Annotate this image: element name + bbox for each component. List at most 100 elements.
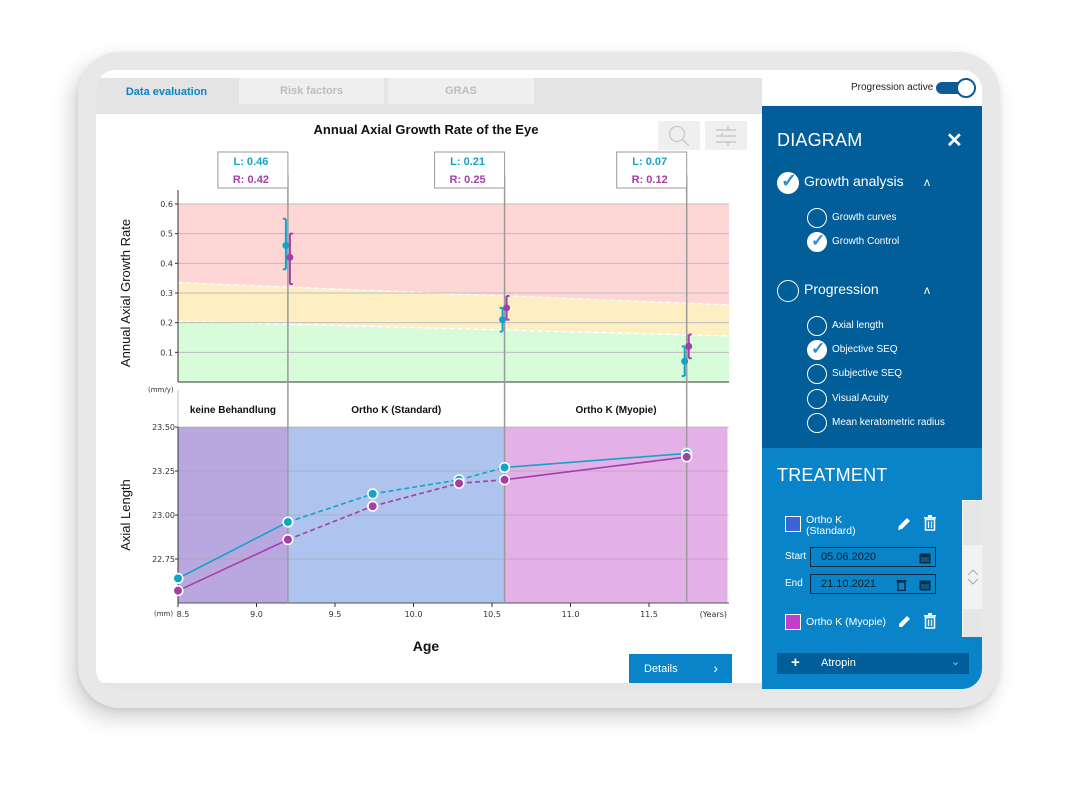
- app-screen: Data evaluation Risk factors GRAS Progre…: [96, 70, 982, 689]
- y-tick-label: 22.75: [152, 555, 175, 564]
- treatment-label: Ortho K (Myopie): [806, 616, 886, 628]
- progression-toggle[interactable]: [936, 78, 978, 98]
- treatment-label: Ortho K (Standard): [806, 515, 856, 537]
- treatment-color-swatch: [785, 614, 801, 630]
- chevron-down-icon: ⌄: [951, 656, 961, 668]
- y-tick-label: 0.2: [160, 319, 173, 328]
- subjective-seq-label: Subjective SEQ: [832, 368, 903, 379]
- x-tick-label: 10.5: [483, 610, 501, 619]
- calendar-icon[interactable]: [919, 579, 931, 591]
- y-axis-title: Axial Length: [118, 479, 133, 551]
- clear-date-trash-icon[interactable]: [896, 578, 907, 591]
- collapse-caret-icon[interactable]: ʌ: [924, 283, 930, 297]
- details-button[interactable]: Details ›: [629, 654, 732, 683]
- plus-icon: +: [791, 654, 800, 671]
- mean-keratometric-radius-checkbox[interactable]: [807, 413, 827, 433]
- y-tick-label: 0.3: [160, 289, 173, 298]
- y-tick-label: 0.4: [160, 259, 173, 268]
- growth-curves-label: Growth curves: [832, 212, 897, 223]
- y-axis-title: Annual Axial Growth Rate: [118, 219, 133, 367]
- y-unit-label: (mm/y): [148, 386, 174, 394]
- progression-toggle-label: Progression active: [851, 82, 934, 93]
- value-label-right: R: 0.25: [450, 174, 486, 186]
- objective-seq-checkbox[interactable]: [807, 339, 827, 360]
- growth-analysis-checkbox[interactable]: [777, 170, 799, 194]
- value-label-right: R: 0.12: [632, 174, 668, 186]
- scroll-updown-icon: [967, 569, 979, 585]
- data-point-R: [681, 451, 693, 463]
- treatment-name-line2: (Standard): [806, 525, 856, 537]
- y-tick-label: 0.5: [160, 230, 173, 239]
- y-unit-label: (mm): [154, 610, 173, 618]
- rate-point-R: [286, 253, 294, 261]
- divider: [96, 683, 762, 689]
- treatment-title: TREATMENT: [777, 465, 888, 485]
- end-date-label: End: [785, 578, 803, 589]
- x-tick-label: 10.0: [405, 610, 423, 619]
- diagram-panel: DIAGRAM ✕ Growth analysis ʌ Growth curve…: [762, 106, 982, 448]
- visual-acuity-label: Visual Acuity: [832, 393, 889, 404]
- value-label-left: L: 0.21: [450, 156, 485, 168]
- data-point-R: [367, 500, 379, 512]
- growth-analysis-label: Growth analysis: [804, 173, 904, 189]
- data-point-R: [498, 474, 511, 486]
- objective-seq-label: Objective SEQ: [832, 344, 898, 355]
- treatment-panel: TREATMENT Ortho K (Standard) Start 05.06…: [762, 448, 982, 689]
- x-unit-label: (Years): [700, 610, 727, 619]
- start-date-label: Start: [785, 551, 807, 562]
- x-tick-label: 11.0: [562, 610, 580, 619]
- x-tick-label: 9.0: [250, 610, 263, 619]
- y-tick-label: 0.1: [160, 348, 173, 357]
- delete-trash-icon[interactable]: [923, 515, 937, 531]
- value-label-left: L: 0.07: [632, 156, 667, 168]
- y-tick-label: 23.50: [152, 423, 175, 432]
- x-axis-title: Age: [413, 638, 440, 654]
- value-label-left: L: 0.46: [233, 156, 268, 168]
- x-tick-label: 8.5: [177, 610, 190, 619]
- progression-label: Progression: [804, 281, 879, 297]
- rate-point-L: [681, 357, 689, 365]
- progression-checkbox[interactable]: [777, 280, 799, 302]
- data-point-L: [498, 461, 511, 474]
- toggle-knob: [956, 78, 976, 98]
- edit-pencil-icon[interactable]: [896, 516, 912, 532]
- rate-point-L: [282, 242, 290, 250]
- details-label: Details: [644, 662, 678, 675]
- data-point-R: [172, 585, 184, 597]
- treatment-scrollbar[interactable]: [962, 500, 982, 637]
- y-tick-label: 23.25: [152, 467, 175, 476]
- rate-point-L: [499, 316, 507, 324]
- collapse-caret-icon[interactable]: ʌ: [924, 175, 930, 189]
- rate-point-R: [685, 342, 693, 350]
- end-date-value: 21.10.2021: [821, 578, 877, 590]
- add-treatment-label: Atropin: [821, 657, 856, 669]
- growth-charts: 0.1 0.2 0.3 0.4 0.5 0.6 (mm/y) Annual Axial Gro…: [118, 151, 730, 654]
- add-treatment-dropdown[interactable]: + Atropin ⌄: [777, 653, 969, 674]
- growth-control-checkbox[interactable]: [807, 231, 827, 252]
- axial-length-checkbox[interactable]: [807, 316, 827, 336]
- subjective-seq-checkbox[interactable]: [807, 364, 827, 384]
- delete-trash-icon[interactable]: [923, 613, 937, 629]
- growth-curves-checkbox[interactable]: [807, 208, 827, 228]
- calendar-icon[interactable]: [919, 552, 931, 564]
- axial-length-label: Axial length: [832, 320, 884, 331]
- phase-label: Ortho K (Standard): [351, 405, 441, 416]
- x-tick-label: 11.5: [640, 610, 658, 619]
- y-tick-label: 23.00: [152, 511, 175, 520]
- mean-keratometric-radius-label: Mean keratometric radius: [832, 417, 945, 428]
- data-point-L: [282, 516, 294, 528]
- data-point-L: [172, 572, 184, 584]
- treatment-color-swatch: [785, 516, 801, 532]
- chevron-right-icon: ›: [713, 660, 718, 676]
- phase-label: Ortho K (Myopie): [575, 405, 656, 416]
- rate-point-R: [503, 304, 511, 312]
- scrollbar-thumb[interactable]: [963, 545, 982, 609]
- end-date-field[interactable]: 21.10.2021: [810, 574, 936, 594]
- edit-pencil-icon[interactable]: [896, 614, 912, 630]
- value-label-right: R: 0.42: [233, 174, 269, 186]
- start-date-value: 05.06.2020: [821, 551, 877, 563]
- visual-acuity-checkbox[interactable]: [807, 389, 827, 409]
- close-icon[interactable]: ✕: [946, 128, 963, 153]
- start-date-field[interactable]: 05.06.2020: [810, 547, 936, 567]
- diagram-title: DIAGRAM: [777, 130, 863, 150]
